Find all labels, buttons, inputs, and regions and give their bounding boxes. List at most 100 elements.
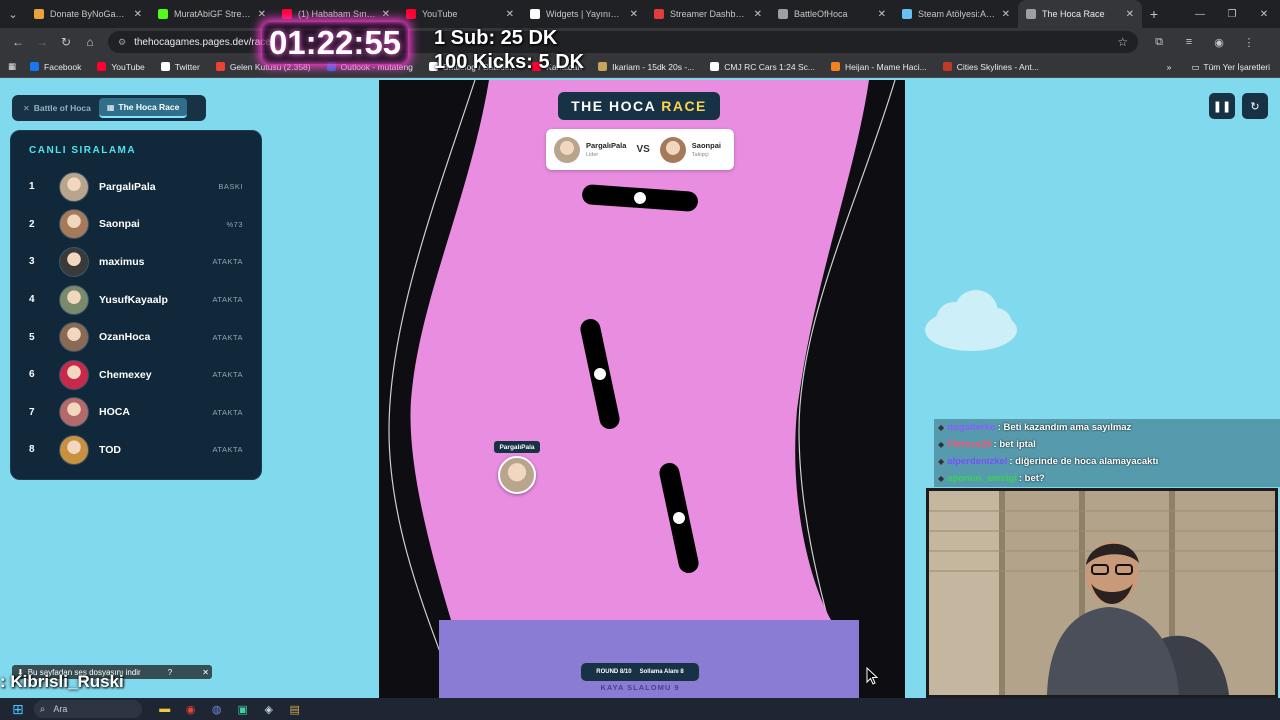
avatar	[59, 246, 89, 277]
chat-username: Flirtess26	[947, 439, 992, 450]
browser-tab[interactable]: Donate ByNoGame | ✕	[26, 0, 150, 28]
search-icon: ⌕	[39, 703, 46, 715]
taskbar-search[interactable]: ⌕ Ara	[33, 700, 142, 718]
avatar	[59, 322, 89, 353]
apps-icon[interactable]: ▦	[8, 61, 16, 72]
leaderboard-row: 2 Saonpai %73	[29, 206, 243, 244]
favicon-icon	[902, 9, 912, 19]
player-name: PargalıPala	[99, 180, 156, 193]
file-explorer-icon[interactable]: ▬	[152, 700, 178, 718]
home-icon[interactable]: ⌂	[78, 30, 102, 54]
reload-icon[interactable]: ↻	[54, 30, 78, 54]
stream-nickname: : Kibrisli_Ruski	[0, 672, 124, 691]
browser-tab[interactable]: MuratAbiGF Stream ✕	[150, 0, 274, 28]
extensions-icon[interactable]: ⧉	[1144, 36, 1174, 49]
player-name: HOCA	[99, 406, 130, 419]
back-icon[interactable]: ←	[6, 30, 30, 54]
bookmark-item[interactable]: Cities Skylines - Ant...	[942, 62, 1039, 72]
rank-number: 7	[29, 406, 35, 418]
close-tab-icon[interactable]: ✕	[878, 9, 886, 20]
avatar	[59, 171, 89, 202]
tab-search-button[interactable]: ⌄	[0, 0, 26, 28]
tab-the-hoca-race[interactable]: ▦ The Hoca Race	[98, 98, 188, 118]
new-tab-button[interactable]: +	[1142, 6, 1166, 22]
avatar	[59, 359, 89, 390]
rank-number: 3	[29, 256, 35, 268]
chat-text: : Beti kazandım ama sayılmaz	[997, 422, 1132, 433]
discord-icon[interactable]: ◍	[204, 700, 230, 718]
close-tab-icon[interactable]: ✕	[630, 9, 638, 20]
favicon-icon	[406, 9, 416, 19]
browser-tab[interactable]: Steam Atölyesi:Avrup ✕	[894, 0, 1018, 28]
bookmark-item[interactable]: Twitter	[160, 62, 200, 72]
app-icon[interactable]: ▤	[282, 700, 308, 718]
leaderboard-title: CANLI SIRALAMA	[29, 145, 137, 156]
leaderboard-row: 3 maximus ATAKTA	[29, 243, 243, 281]
mouse-cursor	[866, 667, 878, 685]
url-text: thehocagames.pages.dev/race	[134, 36, 271, 48]
browser-tab[interactable]: YouTube ✕	[398, 0, 522, 28]
pause-icon: ❚❚	[1212, 100, 1232, 113]
chat-message: ◆ Flirtess26: bet iptal	[934, 436, 1280, 453]
round-badge: ROUND 8/10 Sollama Alanı 8	[581, 663, 699, 681]
chrome-icon[interactable]: ◉	[178, 700, 204, 718]
minimize-icon[interactable]: —	[1184, 0, 1216, 28]
browser-tab[interactable]: The Hoca Race ✕	[1018, 0, 1142, 28]
close-tab-icon[interactable]: ✕	[258, 9, 266, 20]
leaderboard-row: 5 OzanHoca ATAKTA	[29, 318, 243, 356]
bookmark-item[interactable]: YouTube	[97, 62, 145, 72]
restart-button[interactable]: ↻	[1242, 93, 1268, 119]
rank-number: 1	[29, 181, 35, 193]
rank-number: 6	[29, 369, 35, 381]
racer-avatar	[498, 456, 536, 494]
menu-icon[interactable]: ⋮	[1234, 36, 1264, 49]
browser-tab[interactable]: Streamer Dashboard ✕	[646, 0, 770, 28]
close-tab-icon[interactable]: ✕	[1002, 9, 1010, 20]
browser-tab[interactable]: BattleOfHoca ✕	[770, 0, 894, 28]
forward-icon[interactable]: →	[30, 30, 54, 54]
chat-username: alperdenizkel	[947, 456, 1008, 467]
close-icon[interactable]: ✕	[202, 668, 209, 677]
leaderboard-row: 1 PargalıPala BASKI	[29, 168, 243, 206]
leaderboard-row: 4 YusufKayaalp ATAKTA	[29, 281, 243, 319]
grid-icon: ▦	[106, 102, 115, 112]
favicon-icon	[710, 62, 720, 71]
close-tab-icon[interactable]: ✕	[134, 9, 142, 20]
level-name: KAYA SLALOMU 9	[600, 683, 680, 692]
steam-icon[interactable]: ◈	[256, 700, 282, 718]
game-mode-tabs: ✕ Battle of Hoca ▦ The Hoca Race	[12, 95, 206, 121]
os-taskbar: ⊞ ⌕ Ara ▬ ◉ ◍ ▣ ◈ ▤	[0, 698, 1280, 720]
all-bookmarks-link[interactable]: Tüm Yer İşaretleri	[1203, 62, 1270, 72]
close-tab-icon[interactable]: ✕	[382, 9, 390, 20]
site-info-icon[interactable]: ⚙	[118, 37, 126, 48]
vs-label: VS	[636, 144, 650, 155]
address-bar-row: ← → ↻ ⌂ ⚙ thehocagames.pages.dev/race ☆ …	[0, 28, 1280, 56]
bookmark-item[interactable]: Heijan - Mame Haci...	[830, 62, 927, 72]
maximize-icon[interactable]: ❐	[1216, 0, 1248, 28]
bookmark-item[interactable]: Facebook	[30, 62, 81, 72]
browser-tab[interactable]: Widgets | Yayınını gü ✕	[522, 0, 646, 28]
stream-timer: 01:22:55	[262, 22, 408, 64]
close-tab-icon[interactable]: ✕	[1126, 9, 1134, 20]
tab-battle-of-hoca[interactable]: ✕ Battle of Hoca	[15, 98, 99, 118]
rank-number: 5	[29, 331, 35, 343]
cloud-decoration	[925, 290, 1017, 351]
close-tab-icon[interactable]: ✕	[506, 9, 514, 20]
chat-badge-icon: ◆	[938, 440, 945, 449]
more-bookmarks-icon[interactable]: »	[1167, 62, 1172, 72]
bookmark-item[interactable]: CMJ RC Cars 1:24 Sc...	[710, 62, 815, 72]
close-tab-icon[interactable]: ✕	[754, 9, 762, 20]
profile-icon[interactable]: ◉	[1204, 36, 1234, 49]
obs-icon[interactable]: ▣	[230, 700, 256, 718]
bookmark-item[interactable]: Ikariam - 15dk 20s -...	[598, 62, 694, 72]
pause-button[interactable]: ❚❚	[1209, 93, 1235, 119]
bookmarks-bar: ▦ Facebook YouTube Twitter Gelen Kutusu (2.…	[0, 56, 1280, 78]
player-name: TOD	[99, 443, 121, 456]
chat-username: dogalterko	[947, 422, 996, 433]
media-icon[interactable]: ≡	[1174, 36, 1204, 49]
bookmark-star-icon[interactable]: ☆	[1117, 35, 1128, 49]
close-window-icon[interactable]: ✕	[1248, 0, 1280, 28]
windows-start-icon[interactable]: ⊞	[12, 701, 24, 718]
favicon-icon	[598, 62, 608, 71]
help-icon[interactable]: ?	[168, 668, 172, 677]
